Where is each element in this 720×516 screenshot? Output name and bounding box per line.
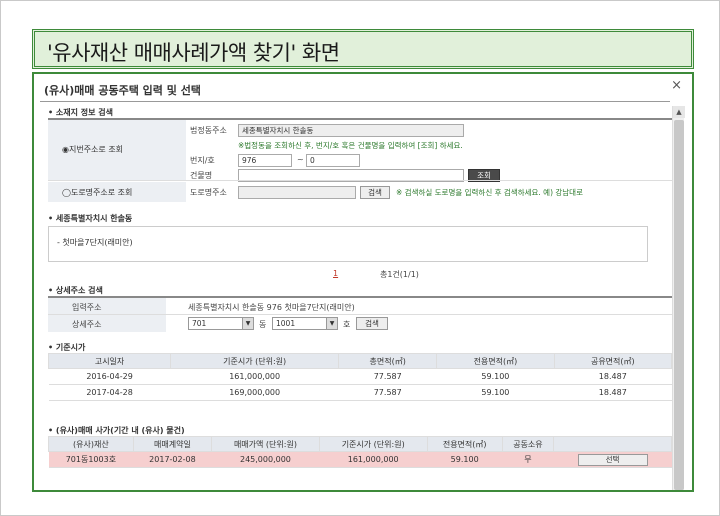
table-header-row: 고시일자 기준시가 (단위:원) 총면적(㎡) 전용면적(㎡) 공유면적(㎡) [47, 353, 673, 369]
scroll-thumb[interactable] [674, 120, 684, 490]
page-count: 총1건(1/1) [380, 270, 419, 279]
dong-select[interactable]: 701 ▼ [188, 317, 254, 330]
column-header: 총면적(㎡) [338, 353, 438, 369]
road-address-field[interactable] [238, 186, 356, 199]
apartment-list: - 첫마을7단지(래미안) [48, 226, 648, 262]
column-header: 매매가액 (단위:원) [211, 436, 320, 452]
table-cell: 245,000,000 [211, 451, 320, 468]
column-header: (유사)재산 [48, 436, 134, 452]
table-row: 701동1003호 2017-02-08 245,000,000 161,000… [48, 451, 672, 468]
table-cell: 2017-04-28 [48, 384, 171, 401]
similar-sales-table: (유사)재산 매매계약일 매매가액 (단위:원) 기준시가 (단위:원) 전용면… [48, 436, 672, 468]
column-header: 전용면적(㎡) [436, 353, 555, 369]
road-search-button[interactable]: 검색 [360, 186, 390, 199]
table-cell: 59.100 [436, 368, 555, 385]
section-title-standard: 기준시가 [48, 342, 85, 353]
legal-dong-field[interactable]: 세종특별자치시 한솔동 [238, 124, 464, 137]
ho-select[interactable]: 1001 ▼ [272, 317, 338, 330]
column-header: 전용면적(㎡) [426, 436, 503, 452]
table-cell: 2017-02-08 [133, 451, 212, 468]
radio-jibun[interactable]: ◉지번주소로 조회 [62, 144, 123, 155]
table-cell: 701동1003호 [48, 451, 134, 468]
column-header: 매매계약일 [132, 436, 213, 452]
column-header: 고시일자 [47, 353, 172, 369]
table-cell: 59.100 [436, 384, 555, 401]
location-search-table: ◉지번주소로 조회 법정동주소 세종특별자치시 한솔동 ※법정동을 조회하신 후… [48, 118, 672, 202]
table-cell: 59.100 [427, 451, 503, 468]
slide-title: '유사재산 매매사례가액 찾기' 화면 [47, 41, 340, 65]
dong-unit: 동 [259, 320, 267, 329]
table-cell: 2016-04-29 [48, 368, 171, 385]
input-address-value: 세종특별자치시 한솔동 976 첫마을7단지(래미안) [188, 303, 355, 312]
column-header: 기준시가 (단위:원) [318, 436, 428, 452]
bunji-dash: ~ [297, 155, 304, 164]
ho-unit: 호 [343, 320, 351, 329]
table-cell: 선택 [553, 451, 672, 468]
section-title-location: 소재지 정보 검색 [48, 107, 113, 118]
input-address-label: 입력주소 [72, 303, 102, 312]
table-row: 2016-04-29 161,000,000 77.587 59.100 18.… [48, 368, 672, 385]
input-address-label-cell [48, 298, 166, 314]
table-cell: 161,000,000 [319, 451, 428, 468]
ho-field[interactable]: 0 [306, 154, 360, 167]
column-header [553, 436, 672, 452]
table-cell: 18.487 [554, 384, 672, 401]
page-link[interactable]: 1 [333, 269, 338, 278]
apartment-list-item[interactable]: - 첫마을7단지(래미안) [57, 237, 133, 248]
table-cell: 무 [502, 451, 554, 468]
section-title-detail: 상세주소 검색 [48, 285, 103, 296]
table-cell: 18.487 [554, 368, 672, 385]
select-button[interactable]: 선택 [577, 453, 648, 466]
chevron-down-icon: ▼ [326, 318, 337, 329]
detail-address-label-cell [48, 315, 166, 332]
table-header-row: (유사)재산 매매계약일 매매가액 (단위:원) 기준시가 (단위:원) 전용면… [48, 436, 672, 452]
slide: '유사재산 매매사례가액 찾기' 화면 (유사)매매 공동주택 입력 및 선택 … [0, 0, 720, 516]
slide-title-bar: '유사재산 매매사례가액 찾기' 화면 [32, 29, 694, 69]
dong-select-value: 701 [192, 319, 207, 328]
table-cell: 169,000,000 [170, 384, 339, 401]
dialog-divider [40, 101, 670, 102]
close-icon[interactable]: × [671, 78, 682, 93]
dialog-title: (유사)매매 공동주택 입력 및 선택 [44, 84, 201, 97]
road-hint: ※ 검색하실 도로명을 입력하신 후 검색하세요. 예) 강남대로 [396, 188, 583, 197]
legal-dong-label: 법정동주소 [190, 126, 227, 135]
bunji-field[interactable]: 976 [238, 154, 292, 167]
ho-select-value: 1001 [276, 319, 296, 328]
table-cell: 161,000,000 [170, 368, 339, 385]
detail-address-table: 입력주소 세종특별자치시 한솔동 976 첫마을7단지(래미안) 상세주소 70… [48, 296, 672, 332]
dialog-scrollbar[interactable]: ▲ [672, 106, 685, 490]
radio-road[interactable]: ◯도로명주소로 조회 [62, 187, 132, 198]
similar-property-dialog: (유사)매매 공동주택 입력 및 선택 × ▲ 소재지 정보 검색 ◉지번주소로… [40, 76, 688, 490]
screenshot-frame: (유사)매매 공동주택 입력 및 선택 × ▲ 소재지 정보 검색 ◉지번주소로… [32, 72, 694, 492]
bunji-label: 번지/호 [190, 156, 215, 165]
section-title-similar: (유사)매매 사가(기간 내 (유사) 물건) [48, 425, 185, 436]
table-cell: 77.587 [338, 368, 437, 385]
section-title-region: 세종특별자치시 한솔동 [48, 213, 132, 224]
road-label: 도로명주소 [190, 188, 227, 197]
column-header: 공동소유 [501, 436, 555, 452]
column-header: 기준시가 (단위:원) [170, 353, 340, 369]
row-divider [48, 180, 672, 181]
table-row: 2017-04-28 169,000,000 77.587 59.100 18.… [48, 384, 672, 401]
scroll-up-icon[interactable]: ▲ [673, 106, 685, 118]
detail-search-button[interactable]: 검색 [356, 317, 388, 330]
detail-address-label: 상세주소 [72, 320, 102, 329]
table-cell: 77.587 [338, 384, 437, 401]
jibun-hint: ※법정동을 조회하신 후, 번지/호 혹은 건물명을 입력하여 [조회] 하세요… [238, 141, 463, 150]
chevron-down-icon: ▼ [242, 318, 253, 329]
standard-price-table: 고시일자 기준시가 (단위:원) 총면적(㎡) 전용면적(㎡) 공유면적(㎡) … [47, 353, 673, 401]
column-header: 공유면적(㎡) [553, 353, 673, 369]
